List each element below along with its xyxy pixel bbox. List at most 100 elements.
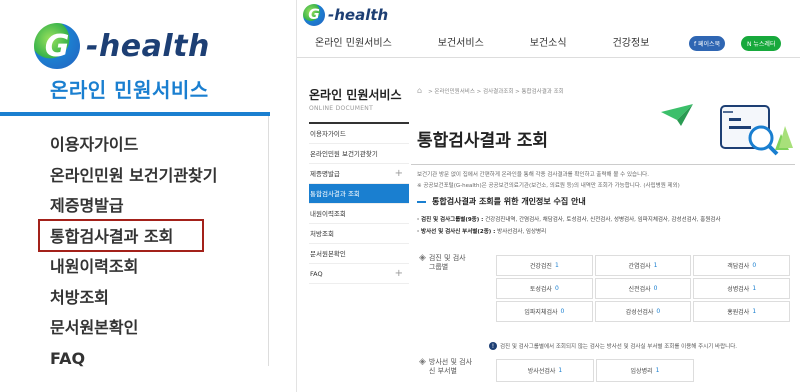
group-b-label: ◈ 방사선 및 검사신 부서별 <box>419 358 473 376</box>
sidebar-item-label: 내원이력조회 <box>310 210 346 218</box>
zoom-menu-item-faq[interactable]: FAQ <box>50 344 218 375</box>
sidebar-item-label: FAQ <box>310 270 323 278</box>
zoom-menu-item-certificates[interactable]: 제증명발급 <box>50 191 218 222</box>
test-cell[interactable]: 토성검사 0 <box>496 278 593 299</box>
test-count: 0 <box>560 308 565 315</box>
bullet-item: · 방사선 및 검사신 부서별(2종) : 방사선검사, 임상병리 <box>417 226 721 238</box>
test-name: 홍원검사 <box>727 309 750 316</box>
zoom-menu-item-visit-history[interactable]: 내원이력조회 <box>50 252 218 283</box>
zoom-title-underline <box>0 112 270 116</box>
sidebar-item-visit-history[interactable]: 내원이력조회 <box>309 204 409 224</box>
title-divider <box>411 164 795 165</box>
info-bullets: · 검진 및 검사그룹별(9종) : 건강검진내역, 간염검사, 채담검사, 토… <box>417 214 721 238</box>
test-count: 1 <box>752 285 757 292</box>
g-logo-icon: G <box>34 23 80 69</box>
sidebar-item-label: 문서원본확인 <box>310 250 346 258</box>
test-name: 임파지체검사 <box>524 309 558 316</box>
test-cell[interactable]: 간염검사 1 <box>594 255 692 276</box>
nav-health-news[interactable]: 보건소식 <box>530 34 567 49</box>
test-name: 건강검진 <box>529 263 552 270</box>
bullet-text: 건강검진내역, 간염검사, 채담검사, 토성검사, 신전검사, 성병검사, 임파… <box>483 217 721 223</box>
description-line: ※ 공공보건포털(G-health)은 공공보건의료기관(보건소, 의료원 등)… <box>417 183 680 189</box>
section-heading: 통합검사결과 조회를 위한 개인정보 수집 안내 <box>417 196 586 207</box>
test-name: 방사선검사 <box>527 368 556 375</box>
sidebar-item-guide[interactable]: 이용자가이드 <box>309 124 409 144</box>
sidebar-item-label: 온라인민원 보건기관찾기 <box>310 150 378 158</box>
screenshot-root: G -health 온라인 민원서비스 이용자가이드 온라인민원 보건기관찾기 … <box>0 0 800 392</box>
group-label-text: 검진 및 검사그룹별 <box>428 254 466 271</box>
bullet-text: 방사선검사, 임상병리 <box>495 229 547 235</box>
sidebar-item-document-verify[interactable]: 문서원본확인 <box>309 244 409 264</box>
layers-icon: ◈ <box>419 357 426 367</box>
test-cell[interactable]: 홍원검사 1 <box>693 301 791 322</box>
nav-online-service[interactable]: 온라인 민원서비스 <box>315 34 392 49</box>
test-name: 감성선검사 <box>625 309 654 316</box>
layers-icon: ◈ <box>419 253 426 263</box>
sidebar-item-certificates[interactable]: 제증명발급 + <box>309 164 409 184</box>
sidebar-item-test-results[interactable]: 통합검사결과 조회 <box>309 184 409 204</box>
zoomed-sidebar-panel: G -health 온라인 민원서비스 이용자가이드 온라인민원 보건기관찾기 … <box>0 0 282 392</box>
test-count: 0 <box>656 308 661 315</box>
test-count: 1 <box>554 262 559 269</box>
bullet-label: · 방사선 및 검사신 부서별(2종) : <box>417 229 496 235</box>
grid-row: 임파지체검사 0 감성선검사 0 홍원검사 1 <box>495 300 791 323</box>
sidebar-subtitle: ONLINE DOCUMENT <box>309 105 374 112</box>
zoom-menu-item-find-health-center[interactable]: 온라인민원 보건기관찾기 <box>50 161 218 192</box>
expand-plus-icon[interactable]: + <box>395 164 403 184</box>
test-cell[interactable]: 임상병리 1 <box>596 359 694 382</box>
test-cell[interactable]: 건강검진 1 <box>496 255 593 276</box>
zoom-divider <box>268 116 269 366</box>
test-name: 객담검사 <box>727 263 750 270</box>
group-label-text: 방사선 및 검사신 부서별 <box>428 358 473 375</box>
section-heading-text: 통합검사결과 조회를 위한 개인정보 수집 안내 <box>432 197 586 206</box>
test-name: 간염검사 <box>628 263 651 270</box>
header-logo[interactable]: G -health <box>303 4 388 26</box>
sidebar-title: 온라인 민원서비스 <box>309 88 402 102</box>
sidebar-item-find-health-center[interactable]: 온라인민원 보건기관찾기 <box>309 144 409 164</box>
test-count: 0 <box>752 262 757 269</box>
nav-health-service[interactable]: 보건서비스 <box>438 34 484 49</box>
zoom-menu-item-document-verify[interactable]: 문서원본확인 <box>50 313 218 344</box>
test-name: 임상병리 <box>630 368 653 375</box>
highlight-box <box>38 219 204 252</box>
g-logo-icon: G <box>303 4 325 26</box>
search-document-illustration <box>661 104 793 156</box>
test-group-grid: 건강검진 1 간염검사 1 객담검사 0 토성검사 0 신전검사 0 성병검사 1 임파지체… <box>495 254 791 323</box>
test-cell[interactable]: 방사선검사 1 <box>496 359 594 382</box>
info-note: ! 검진 및 검사그룹별에서 조회되지 않는 검사는 방사선 및 검사실 부서별… <box>489 342 737 350</box>
test-cell[interactable]: 감성선검사 0 <box>594 301 692 322</box>
nav-health-info[interactable]: 건강정보 <box>613 34 650 49</box>
description-line: 보건기관 방문 없이 집에서 간편하게 온라인을 통해 각종 검사결과를 확인하… <box>417 172 649 178</box>
info-note-text: 검진 및 검사그룹별에서 조회되지 않는 검사는 방사선 및 검사실 부서별 조… <box>500 344 737 350</box>
main-page: G -health 온라인 민원서비스 보건서비스 보건소식 건강정보 f 페이… <box>296 0 800 392</box>
g-health-logo[interactable]: G -health <box>34 20 210 72</box>
test-cell[interactable]: 신전검사 0 <box>594 278 692 299</box>
home-icon[interactable]: ⌂ <box>417 86 422 95</box>
logo-wordmark: -health <box>86 28 210 64</box>
sidebar-item-prescriptions[interactable]: 처방조회 <box>309 224 409 244</box>
test-name: 신전검사 <box>628 286 651 293</box>
expand-plus-icon[interactable]: + <box>395 264 403 284</box>
section-marker <box>417 200 426 203</box>
sidebar: 온라인 민원서비스 ONLINE DOCUMENT 이용자가이드 온라인민원 보… <box>309 86 409 284</box>
page-title: 통합검사결과 조회 <box>417 131 549 151</box>
test-count: 1 <box>655 367 660 374</box>
info-icon: ! <box>489 342 497 350</box>
header-logo-wordmark: -health <box>328 6 389 24</box>
sidebar-item-label: 통합검사결과 조회 <box>310 190 360 198</box>
test-count: 1 <box>752 308 757 315</box>
breadcrumb-path: > 온라인민원서비스 > 검사결과조회 > 통합검사결과 조회 <box>428 88 564 95</box>
test-cell[interactable]: 객담검사 0 <box>693 255 791 276</box>
test-count: 0 <box>554 285 559 292</box>
zoom-menu-item-prescriptions[interactable]: 처방조회 <box>50 283 218 314</box>
main-nav: 온라인 민원서비스 보건서비스 보건소식 건강정보 <box>315 34 695 49</box>
test-cell[interactable]: 임파지체검사 0 <box>496 301 593 322</box>
zoom-menu-item-guide[interactable]: 이용자가이드 <box>50 130 218 161</box>
newsletter-button[interactable]: N 뉴스레터 <box>741 36 782 51</box>
facebook-button[interactable]: f 페이스북 <box>689 36 726 51</box>
department-grid: 방사선검사 1 임상병리 1 <box>495 358 695 383</box>
test-cell[interactable]: 성병검사 1 <box>693 278 791 299</box>
bullet-item: · 검진 및 검사그룹별(9종) : 건강검진내역, 간염검사, 채담검사, 토… <box>417 214 721 226</box>
test-name: 토성검사 <box>529 286 552 293</box>
sidebar-item-faq[interactable]: FAQ + <box>309 264 409 284</box>
